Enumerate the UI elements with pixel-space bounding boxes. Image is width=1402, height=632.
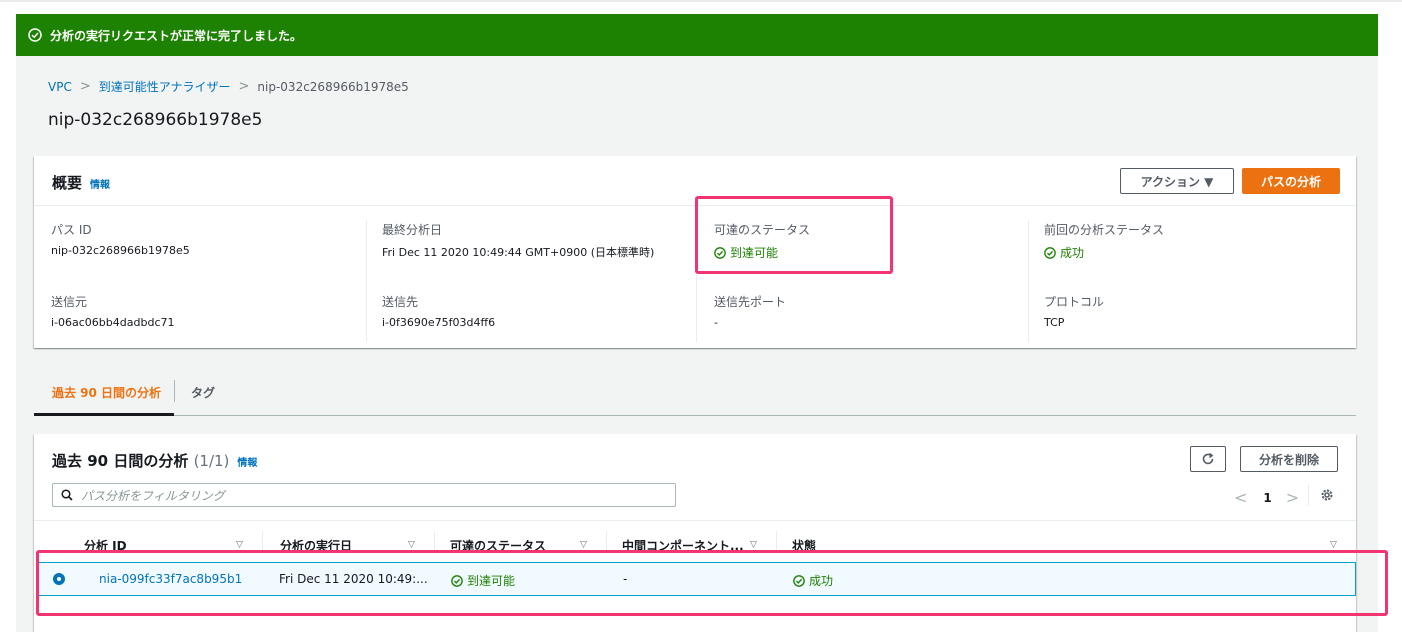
previous-status-field: 前回の分析ステータス 成功 xyxy=(1044,223,1165,261)
column-divider xyxy=(366,220,367,342)
destination-field: 送信先 i-0f3690e75f03d4ff6 xyxy=(382,295,496,329)
search-icon xyxy=(61,489,73,501)
source-field: 送信元 i-06ac06bb4dadbdc71 xyxy=(51,295,175,329)
filter-search-input[interactable]: パス分析をフィルタリング xyxy=(52,483,676,507)
breadcrumb-current: nip-032c268966b1978e5 xyxy=(257,79,409,94)
refresh-button[interactable] xyxy=(1190,446,1226,472)
chevron-left-icon[interactable]: < xyxy=(1234,488,1247,507)
breadcrumb-reachability-analyzer[interactable]: 到達可能性アナライザー xyxy=(99,78,231,95)
column-divider xyxy=(262,531,263,551)
last-analyzed-field: 最終分析日 Fri Dec 11 2020 10:49:44 GMT+0900 … xyxy=(382,223,655,259)
sort-icon[interactable]: ▽ xyxy=(1330,540,1337,550)
success-flash-banner: 分析の実行リクエストが正常に完了しました。 xyxy=(16,14,1378,56)
column-divider xyxy=(776,531,777,551)
analyses-count: (1/1) xyxy=(193,452,230,470)
delete-analysis-button[interactable]: 分析を削除 xyxy=(1240,446,1338,472)
flash-message: 分析の実行リクエストが正常に完了しました。 xyxy=(50,28,303,43)
highlight-analysis-row xyxy=(36,550,1388,616)
analyze-path-button[interactable]: パスの分析 xyxy=(1242,168,1340,194)
settings-gear-icon[interactable] xyxy=(1320,487,1334,506)
main-content: VPC > 到達可能性アナライザー > nip-032c268966b1978e… xyxy=(16,56,1378,632)
tab-recent-analyses[interactable]: 過去 90 日間の分析 xyxy=(52,384,161,401)
breadcrumb: VPC > 到達可能性アナライザー > nip-032c268966b1978e… xyxy=(48,78,409,95)
sort-icon[interactable]: ▽ xyxy=(750,540,757,550)
info-link[interactable]: 情報 xyxy=(90,180,110,191)
pagination: < 1 > xyxy=(1234,488,1299,507)
path-id-field: パス ID nip-032c268966b1978e5 xyxy=(51,223,190,257)
highlight-reachability-status xyxy=(695,196,893,274)
actions-button[interactable]: アクション ▼ xyxy=(1120,168,1234,194)
protocol-field: プロトコル TCP xyxy=(1044,295,1105,329)
overview-title: 概要 情報 xyxy=(52,174,111,192)
active-tab-indicator xyxy=(34,413,174,416)
top-border xyxy=(0,0,1402,2)
pager-divider xyxy=(1308,484,1309,506)
check-circle-icon xyxy=(28,28,42,42)
tab-bar: 過去 90 日間の分析 タグ xyxy=(34,372,1356,416)
previous-status: 成功 xyxy=(1044,244,1164,261)
sort-icon[interactable]: ▽ xyxy=(236,540,243,550)
page-number[interactable]: 1 xyxy=(1263,491,1271,505)
breadcrumb-vpc[interactable]: VPC xyxy=(48,80,72,94)
chevron-right-icon: > xyxy=(79,79,91,94)
search-placeholder: パス分析をフィルタリング xyxy=(81,488,225,503)
tab-tags[interactable]: タグ xyxy=(191,384,215,401)
tab-divider xyxy=(174,380,175,402)
column-divider xyxy=(434,531,435,551)
page-title: nip-032c268966b1978e5 xyxy=(48,110,263,130)
sort-icon[interactable]: ▽ xyxy=(580,540,587,550)
column-divider xyxy=(1028,220,1029,342)
analyses-title: 過去 90 日間の分析 (1/1) 情報 xyxy=(52,452,258,470)
chevron-right-icon[interactable]: > xyxy=(1286,488,1299,507)
column-divider xyxy=(606,531,607,551)
info-link[interactable]: 情報 xyxy=(237,458,257,469)
sort-icon[interactable]: ▽ xyxy=(408,540,415,550)
refresh-icon xyxy=(1202,452,1214,465)
check-circle-icon xyxy=(1044,246,1056,259)
chevron-right-icon: > xyxy=(238,79,250,94)
destination-port-field: 送信先ポート - xyxy=(714,295,787,329)
